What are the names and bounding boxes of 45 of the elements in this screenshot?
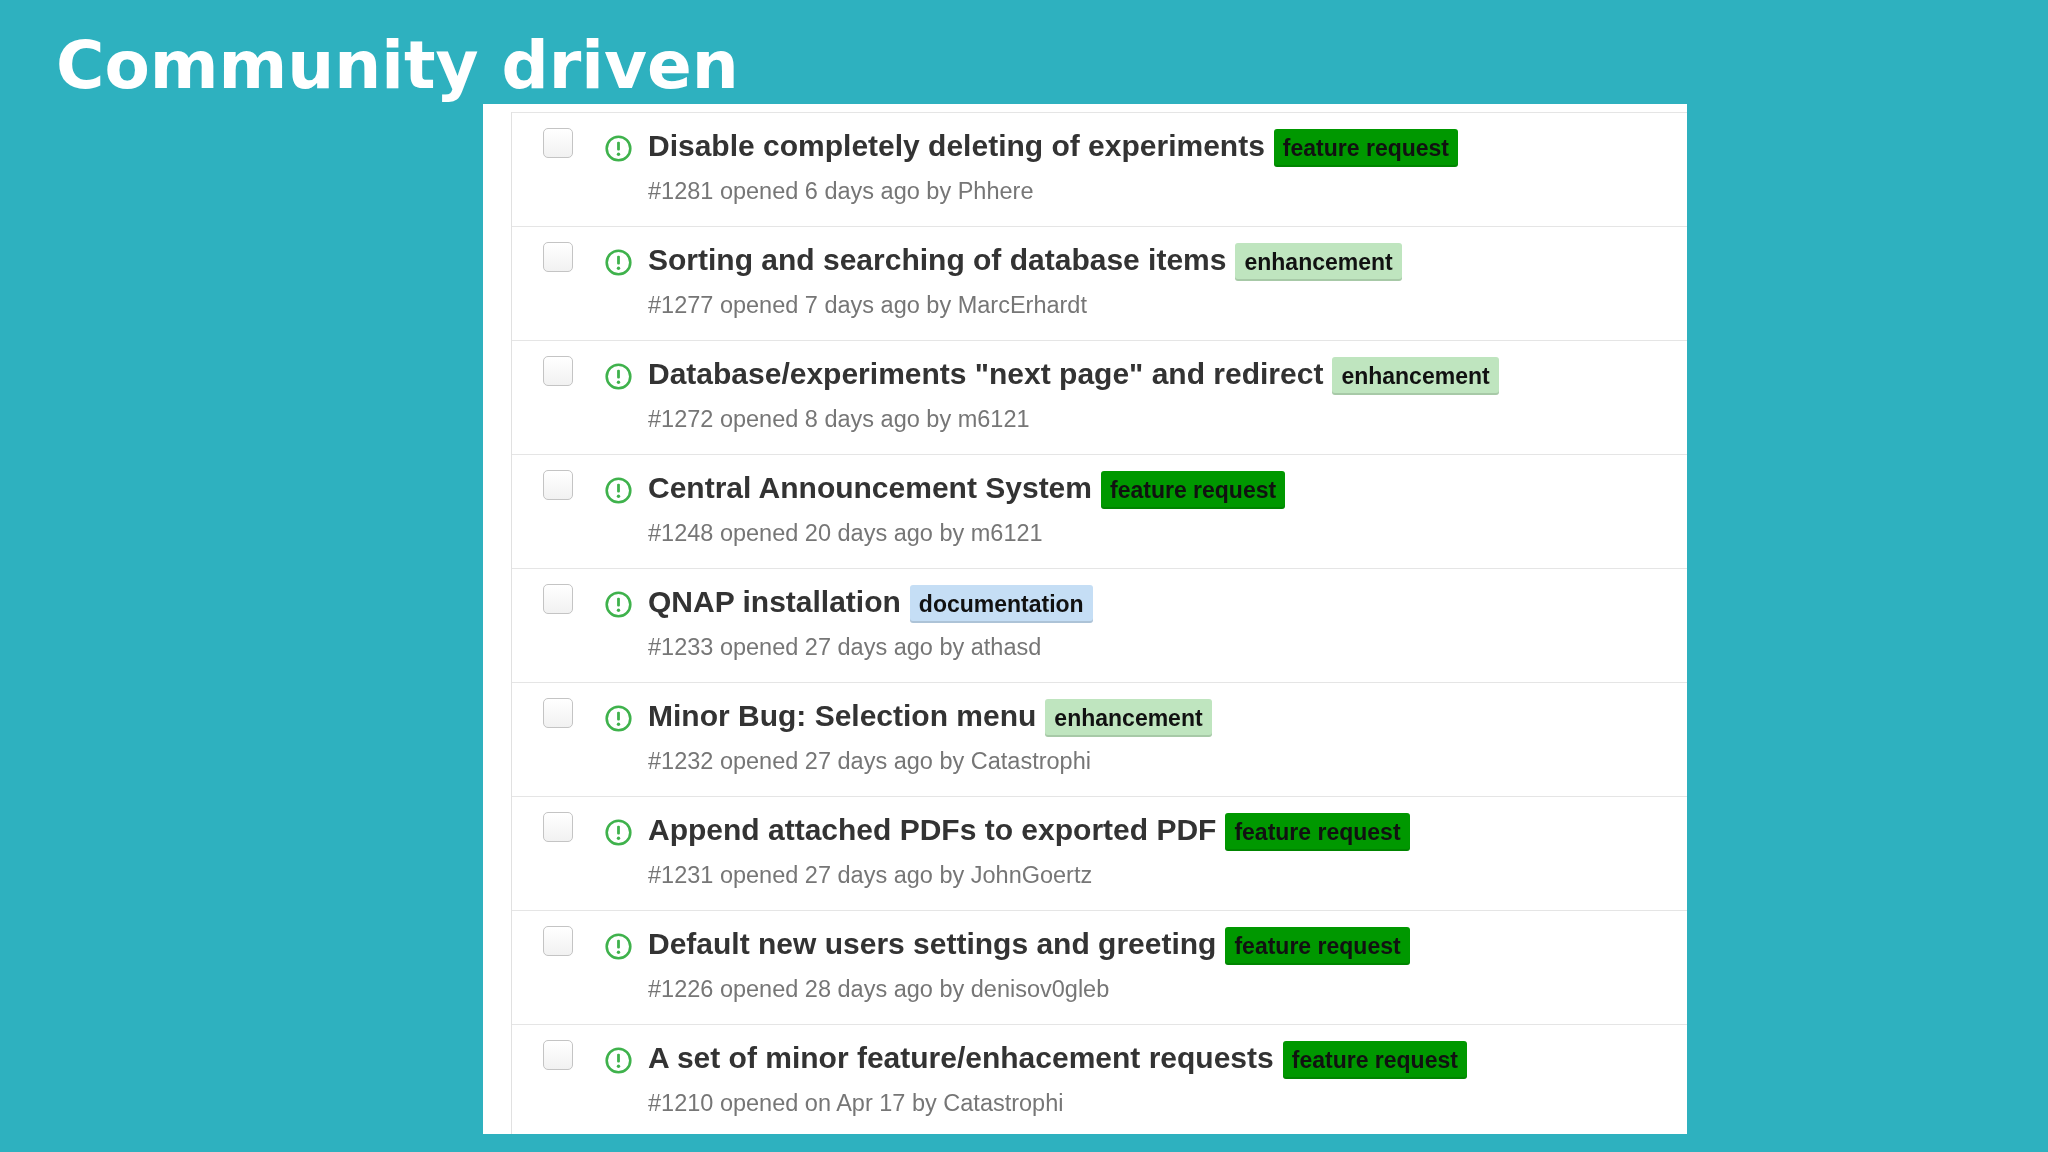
exclamation-circle-icon [605,135,632,162]
exclamation-circle-icon [605,591,632,618]
checkbox[interactable] [543,356,573,386]
checkbox[interactable] [543,242,573,272]
issue-label[interactable]: enhancement [1045,699,1212,737]
issue-title-link[interactable]: Disable completely deleting of experiments [648,128,1265,164]
exclamation-circle-icon [605,819,632,846]
checkbox[interactable] [543,812,573,842]
exclamation-circle-icon [605,933,632,960]
exclamation-circle-icon [605,1047,632,1074]
issue-meta-text: #1277 opened 7 days ago by MarcErhardt [648,291,1088,319]
issue-meta-text: #1210 opened on Apr 17 by Catastrophi [648,1089,1065,1117]
issue-title-link[interactable]: Default new users settings and greeting [648,926,1217,962]
issue-label[interactable]: enhancement [1235,243,1402,281]
issue-title-link[interactable]: QNAP installation [648,584,901,620]
issue-label[interactable]: feature request [1225,813,1410,851]
issue-meta-text: #1281 opened 6 days ago by Phhere [648,177,1035,205]
exclamation-circle-icon [605,249,632,276]
issue-meta-text: #1248 opened 20 days ago by m6121 [648,519,1044,547]
issue-title-link[interactable]: Sorting and searching of database items [648,242,1227,278]
issue-meta-text: #1272 opened 8 days ago by m6121 [648,405,1031,433]
checkbox[interactable] [543,584,573,614]
checkbox[interactable] [543,470,573,500]
issue-title-link[interactable]: Central Announcement System [648,470,1092,506]
issue-title-link[interactable]: A set of minor feature/enhacement requests [648,1040,1274,1076]
issue-title-link[interactable]: Minor Bug: Selection menu [648,698,1037,734]
issue-title-link[interactable]: Append attached PDFs to exported PDF [648,812,1217,848]
issue-label[interactable]: feature request [1282,1041,1467,1079]
checkbox[interactable] [543,698,573,728]
exclamation-circle-icon [605,477,632,504]
issue-label[interactable]: feature request [1225,927,1410,965]
checkbox[interactable] [543,128,573,158]
checkbox[interactable] [543,926,573,956]
checkbox[interactable] [543,1040,573,1070]
issue-label[interactable]: feature request [1273,129,1459,167]
issue-meta-text: #1233 opened 27 days ago by athasd [648,633,1043,661]
exclamation-circle-icon [605,363,632,390]
issue-label[interactable]: documentation [909,585,1093,623]
issue-label[interactable]: enhancement [1332,357,1499,395]
issue-label[interactable]: feature request [1101,471,1286,509]
exclamation-circle-icon [605,705,632,732]
issue-meta-text: #1231 opened 27 days ago by JohnGoertz [648,861,1094,889]
issue-title-link[interactable]: Database/experiments "next page" and redirect [648,356,1324,392]
issue-meta-text: #1226 opened 28 days ago by denisov0gleb [648,975,1111,1003]
issue-meta-text: #1232 opened 27 days ago by Catastrophi [648,747,1092,775]
